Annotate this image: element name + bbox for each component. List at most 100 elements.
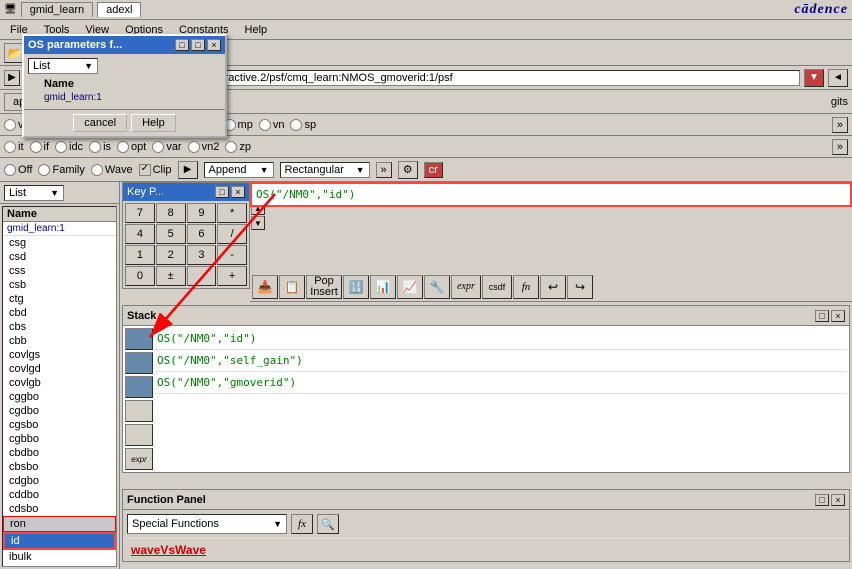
list-item-cgsbo[interactable]: cgsbo (3, 418, 116, 432)
stack-side-btn-3[interactable] (125, 376, 153, 398)
arrow-btn[interactable]: ▶ (178, 161, 198, 179)
checkbox-clip[interactable]: ✓ Clip (139, 164, 172, 176)
list-item-cbsbo[interactable]: cbsbo (3, 460, 116, 474)
context-dropdown-btn[interactable]: ▼ (804, 69, 824, 87)
radio-vn2[interactable]: vn2 (188, 141, 220, 153)
stack-side-btn-1[interactable] (125, 328, 153, 350)
radio-sp[interactable]: sp (290, 119, 316, 131)
key-3[interactable]: 3 (187, 245, 217, 265)
icon-btn-6[interactable]: 🔧 (424, 275, 450, 299)
list-item-cbdbo[interactable]: cbdbo (3, 446, 116, 460)
radio-family[interactable]: Family (38, 164, 84, 176)
fx-button[interactable]: fx (291, 514, 313, 534)
tab-gmid-learn[interactable]: gmid_learn (21, 2, 93, 17)
list-item-cbs[interactable]: cbs (3, 320, 116, 334)
list-item-ibulk[interactable]: ibulk (3, 550, 116, 564)
tab-adexl[interactable]: adexl (97, 2, 141, 17)
os-cancel-btn[interactable]: cancel (73, 114, 127, 132)
wave-vs-wave-link[interactable]: waveVsWave (131, 543, 206, 557)
list-item-ctg[interactable]: ctg (3, 292, 116, 306)
key-6[interactable]: 6 (187, 224, 217, 244)
list-item-cgdbo[interactable]: cgdbo (3, 404, 116, 418)
icon-btn-fn[interactable]: fn (513, 275, 539, 299)
menu-help[interactable]: Help (237, 22, 276, 38)
list-item-cbb[interactable]: cbb (3, 334, 116, 348)
os-help-btn[interactable]: Help (131, 114, 176, 132)
more-btn-2[interactable]: » (832, 139, 848, 155)
os-list-dropdown[interactable]: List ▼ (28, 58, 98, 74)
icon-btn-3[interactable]: 🔢 (343, 275, 369, 299)
list-item-csg[interactable]: csg (3, 236, 116, 250)
rectangular-dropdown[interactable]: Rectangular ▼ (280, 162, 370, 178)
radio-vn[interactable]: vn (259, 119, 285, 131)
list-dropdown[interactable]: List ▼ (4, 185, 64, 201)
special-functions-dropdown[interactable]: Special Functions ▼ (127, 514, 287, 534)
key-minus[interactable]: - (217, 245, 247, 265)
key-4[interactable]: 4 (125, 224, 155, 244)
stack-minimize[interactable]: □ (815, 310, 829, 322)
list-item-csd[interactable]: csd (3, 250, 116, 264)
list-item-id[interactable]: id (3, 532, 116, 550)
icon-btn-redo[interactable]: ↪ (567, 275, 593, 299)
radio-wave[interactable]: Wave (91, 164, 133, 176)
list-item-ron[interactable]: ron (3, 516, 116, 532)
stack-close[interactable]: × (831, 310, 845, 322)
radio-mp[interactable]: mp (224, 119, 253, 131)
list-item-cbd[interactable]: cbd (3, 306, 116, 320)
stack-side-btn-5[interactable] (125, 424, 153, 446)
list-item-cdsbo[interactable]: cdsbo (3, 502, 116, 516)
key-2[interactable]: 2 (156, 245, 186, 265)
os-params-minimize[interactable]: □ (175, 39, 189, 51)
list-item-covlgb[interactable]: covlgb (3, 376, 116, 390)
radio-zp[interactable]: zp (225, 141, 251, 153)
search-button[interactable]: 🔍 (317, 514, 339, 534)
os-params-close[interactable]: × (207, 39, 221, 51)
stack-side-btn-2[interactable] (125, 352, 153, 374)
key-panel-close[interactable]: × (231, 186, 245, 198)
key-panel-minimize[interactable]: □ (215, 186, 229, 198)
icon-btn-undo[interactable]: ↩ (540, 275, 566, 299)
key-7[interactable]: 7 (125, 203, 155, 223)
cr-btn[interactable]: cr (424, 162, 443, 178)
function-close[interactable]: × (831, 494, 845, 506)
icon-btn-5[interactable]: 📈 (397, 275, 423, 299)
radio-var[interactable]: var (152, 141, 181, 153)
radio-is[interactable]: is (89, 141, 111, 153)
key-plusminus[interactable]: ± (156, 266, 186, 286)
icon-btn-1[interactable]: 📥 (252, 275, 278, 299)
key-plus[interactable]: + (217, 266, 247, 286)
key-8[interactable]: 8 (156, 203, 186, 223)
icon-btn-pop[interactable]: Pop Insert (306, 275, 342, 299)
list-item-covlgs[interactable]: covlgs (3, 348, 116, 362)
expression-input[interactable] (250, 182, 852, 207)
key-mult[interactable]: * (217, 203, 247, 223)
list-item-csb[interactable]: csb (3, 278, 116, 292)
append-dropdown[interactable]: Append ▼ (204, 162, 274, 178)
key-dot[interactable]: . (187, 266, 217, 286)
list-item-cgbbo[interactable]: cgbbo (3, 432, 116, 446)
key-5[interactable]: 5 (156, 224, 186, 244)
more-btn-wave[interactable]: » (376, 162, 392, 178)
list-item-cggbo[interactable]: cggbo (3, 390, 116, 404)
os-params-maximize[interactable]: □ (191, 39, 205, 51)
icon-btn-csdf[interactable]: csdf (482, 275, 512, 299)
list-item-covlgd[interactable]: covlgd (3, 362, 116, 376)
stack-side-btn-4[interactable] (125, 400, 153, 422)
key-0[interactable]: 0 (125, 266, 155, 286)
keypad-scroll-down[interactable]: ▼ (251, 216, 265, 230)
radio-if[interactable]: if (30, 141, 50, 153)
settings-btn[interactable]: ⚙ (398, 161, 418, 179)
key-div[interactable]: / (217, 224, 247, 244)
stack-row-2[interactable]: OS("/NM0","self_gain") (155, 350, 847, 372)
radio-idc[interactable]: idc (55, 141, 83, 153)
list-item-pwr[interactable]: pwr (3, 564, 116, 567)
list-item-css[interactable]: css (3, 264, 116, 278)
stack-row-3[interactable]: OS("/NM0","gmoverid") (155, 372, 847, 394)
sidebar-list[interactable]: Name gmid_learn:1 csg csd css csb ctg cb… (2, 206, 117, 567)
list-item-cddbo[interactable]: cddbo (3, 488, 116, 502)
stack-side-btn-6[interactable]: expr (125, 448, 153, 470)
icon-btn-expr[interactable]: expr (451, 275, 481, 299)
icon-btn-4[interactable]: 📊 (370, 275, 396, 299)
context-nav-btn[interactable]: ◄ (828, 69, 848, 87)
key-9[interactable]: 9 (187, 203, 217, 223)
